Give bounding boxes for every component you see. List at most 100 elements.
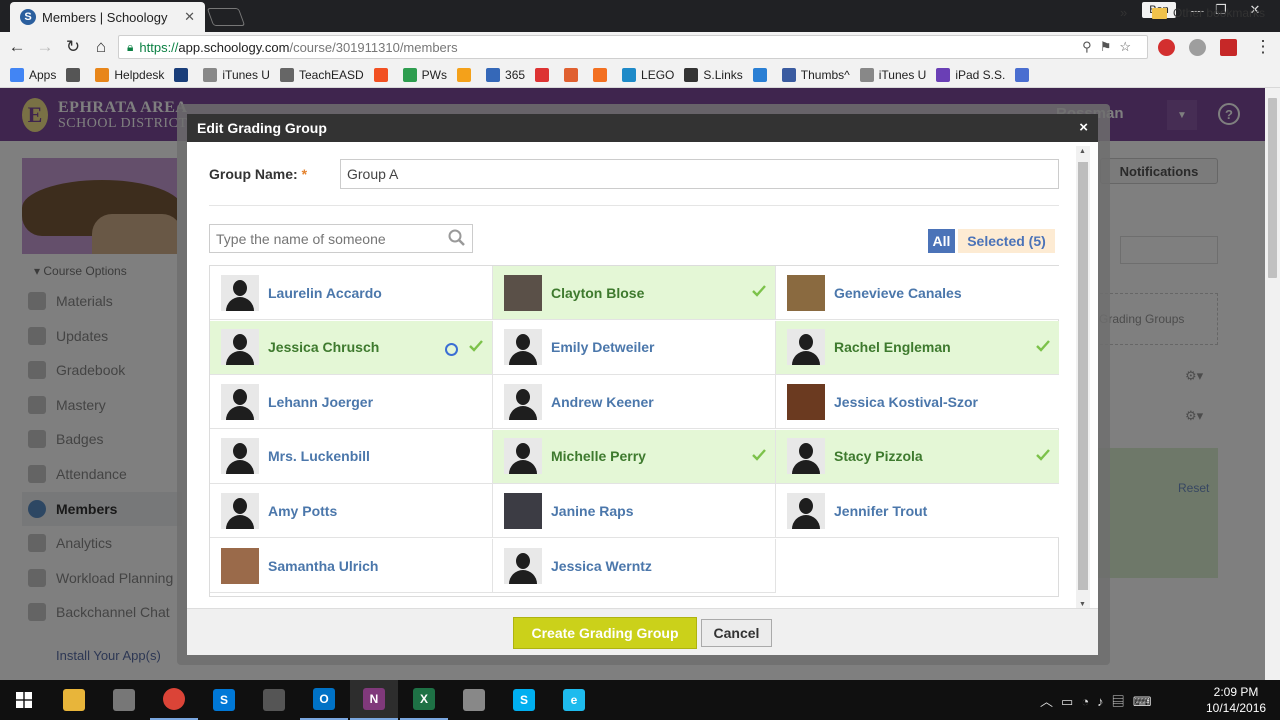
extension-1-icon[interactable] (1158, 39, 1175, 56)
bookmark-item[interactable]: Helpdesk (95, 67, 164, 82)
member-card[interactable]: Genevieve Canales (776, 266, 1059, 320)
member-card[interactable]: Jessica Werntz (493, 539, 776, 593)
bookmark-item[interactable] (174, 67, 193, 82)
member-name: Stacy Pizzola (834, 448, 923, 465)
modal-scrollbar-thumb[interactable] (1078, 162, 1088, 590)
bookmark-item[interactable] (535, 67, 554, 82)
bookmark-item[interactable] (593, 67, 612, 82)
filter-selected-button[interactable]: Selected (5) (958, 229, 1055, 253)
bookmark-item[interactable]: Thumbs^ (781, 67, 850, 82)
create-grading-group-button[interactable]: Create Grading Group (513, 617, 697, 649)
member-photo (504, 274, 542, 311)
bookmark-label: LEGO (641, 67, 675, 82)
taskbar-clock[interactable]: 2:09 PM 10/14/2016 (1206, 684, 1266, 716)
keyboard-icon[interactable]: ⌨ (1133, 694, 1160, 709)
action-center-icon[interactable]: ▤ (1112, 694, 1133, 709)
taskbar-app-9[interactable] (450, 680, 498, 720)
pdf-extension-icon[interactable] (1220, 39, 1237, 56)
chrome-menu-icon[interactable]: ⋮ (1252, 36, 1274, 58)
system-tray[interactable]: ︿▭◔♪▤⌨ (1040, 691, 1159, 710)
bookmark-item[interactable]: S.Links (684, 67, 743, 82)
scroll-up-icon[interactable]: ▲ (1079, 148, 1086, 155)
member-card[interactable]: Amy Potts (210, 484, 493, 539)
home-icon[interactable]: ⌂ (90, 36, 112, 58)
taskbar-chrome[interactable] (150, 680, 198, 720)
member-name: Rachel Engleman (834, 339, 951, 356)
bookmark-item[interactable]: iPad S.S. (936, 67, 1005, 82)
page-scrollbar[interactable] (1265, 88, 1280, 680)
taskbar-app-2[interactable] (100, 680, 148, 720)
taskbar-onenote[interactable]: N (350, 680, 398, 720)
other-bookmarks[interactable]: Other bookmarks (1152, 6, 1265, 20)
battery-icon[interactable]: ▭ (1061, 694, 1081, 709)
bookmark-favicon-icon (593, 67, 608, 82)
page-scrollbar-thumb[interactable] (1268, 98, 1277, 278)
group-name-input[interactable] (340, 159, 1059, 189)
member-card[interactable]: Andrew Keener (493, 375, 776, 430)
bookmark-item[interactable] (66, 67, 85, 82)
bookmark-item[interactable]: TeachEASD (279, 67, 364, 82)
member-card[interactable]: Laurelin Accardo (210, 266, 493, 320)
bookmark-star-icon[interactable]: ☆ (1119, 39, 1139, 54)
tab-close-icon[interactable]: ✕ (184, 9, 195, 25)
bookmark-favicon-icon (622, 67, 637, 82)
group-name-label: Group Name: * (209, 166, 307, 182)
member-card[interactable]: Rachel Engleman (776, 320, 1059, 375)
reload-icon[interactable]: ↻ (62, 36, 84, 58)
member-card[interactable]: Michelle Perry (493, 429, 776, 484)
member-card[interactable]: Janine Raps (493, 484, 776, 539)
member-card[interactable]: Emily Detweiler (493, 320, 776, 375)
tray-overflow-icon[interactable]: ︿ (1040, 694, 1061, 709)
taskbar-outlook[interactable]: O (300, 680, 348, 720)
bookmark-item[interactable] (457, 67, 476, 82)
bookmark-label: 365 (505, 67, 526, 82)
member-card[interactable]: Jessica Chrusch (210, 320, 493, 375)
member-name-search-input[interactable] (209, 224, 473, 253)
bookmark-item[interactable] (752, 67, 772, 82)
member-name: Laurelin Accardo (268, 284, 382, 301)
zoom-icon[interactable]: ⚲ (1082, 39, 1100, 54)
member-card[interactable]: Samantha Ulrich (210, 539, 493, 593)
forward-arrow-icon[interactable]: → (34, 36, 56, 58)
bookmark-item[interactable]: LEGO (622, 67, 675, 82)
member-card[interactable]: Lehann Joerger (210, 375, 493, 430)
address-bar[interactable]: 🔒︎ https://app.schoology.com/course/3019… (118, 35, 1148, 59)
extension-2-icon[interactable] (1189, 39, 1206, 56)
cancel-button[interactable]: Cancel (701, 619, 772, 647)
volume-icon[interactable]: ♪ (1097, 694, 1112, 709)
modal-scrollbar[interactable]: ▲ ▼ (1076, 146, 1090, 610)
bookmark-item[interactable]: 365 (486, 67, 526, 82)
bookmark-label: Thumbs^ (800, 67, 850, 82)
member-card[interactable]: Mrs. Luckenbill (210, 429, 493, 484)
taskbar-app-5[interactable] (250, 680, 298, 720)
modal-close-icon[interactable]: × (1079, 119, 1088, 136)
taskbar-skype[interactable]: S (500, 680, 548, 720)
bookmarks-overflow-icon[interactable]: » (1120, 5, 1127, 20)
search-icon[interactable] (447, 228, 467, 248)
member-card[interactable]: Jennifer Trout (776, 484, 1059, 539)
filter-all-button[interactable]: All (928, 229, 955, 253)
bookmark-item[interactable]: iTunes U (203, 67, 270, 82)
taskbar-skype-business[interactable]: S (200, 680, 248, 720)
taskbar-excel[interactable]: X (400, 680, 448, 720)
skype-icon: S (513, 689, 535, 711)
bookmark-item[interactable] (564, 67, 583, 82)
bookmark-item[interactable] (1015, 67, 1034, 82)
pin-icon[interactable]: ⚑ (1100, 39, 1120, 54)
browser-tab-members[interactable]: S Members | Schoology ✕ (10, 2, 205, 32)
taskbar-file-explorer[interactable] (50, 680, 98, 720)
wifi-icon[interactable]: ◔ (1081, 694, 1097, 709)
taskbar-internet-explorer[interactable]: e (550, 680, 598, 720)
bookmark-item[interactable]: PWs (402, 67, 447, 82)
member-card[interactable]: Stacy Pizzola (776, 429, 1059, 484)
back-arrow-icon[interactable]: ← (6, 36, 28, 58)
bookmark-item[interactable]: iTunes U (859, 67, 927, 82)
member-card[interactable]: Jessica Kostival-Szor (776, 375, 1059, 430)
bookmark-label: iTunes U (878, 67, 927, 82)
member-card[interactable]: Clayton Blose (493, 266, 776, 320)
bookmark-item[interactable]: Apps (10, 67, 56, 82)
windows-start-icon[interactable] (16, 692, 32, 708)
bookmark-item[interactable] (373, 67, 393, 82)
scroll-down-icon[interactable]: ▼ (1079, 601, 1086, 608)
new-tab-button[interactable] (206, 8, 246, 26)
